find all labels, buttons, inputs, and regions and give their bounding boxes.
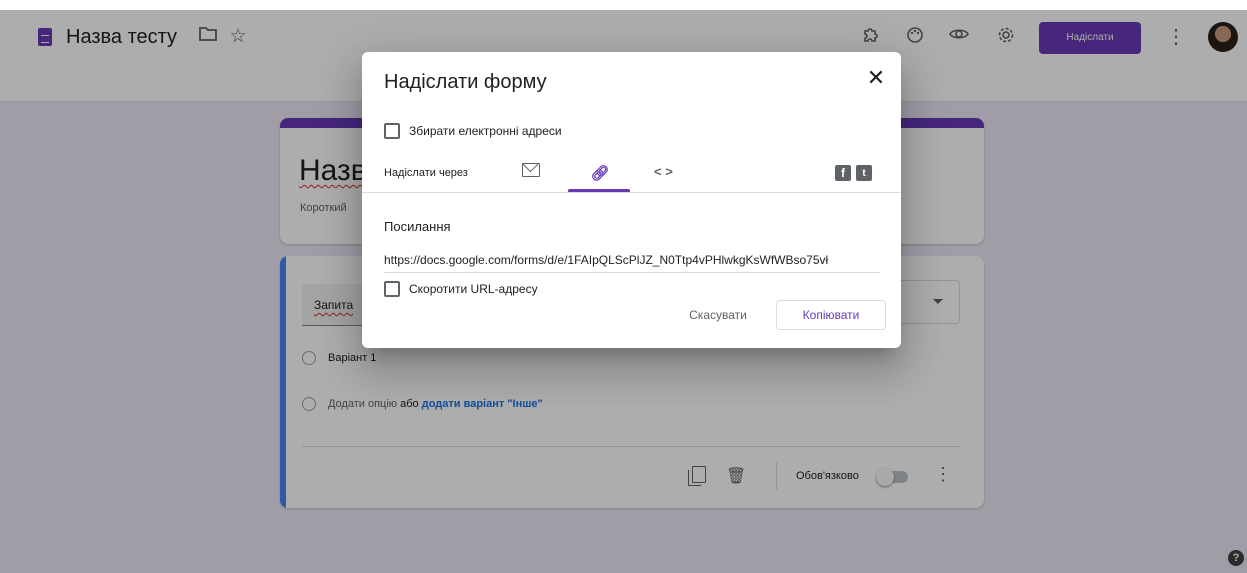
url-field[interactable]: https://docs.google.com/forms/d/e/1FAIpQ… (384, 253, 880, 273)
email-icon[interactable] (522, 163, 540, 177)
link-icon[interactable]: 🔗︎ (590, 164, 610, 182)
shorten-url-label[interactable]: Скоротити URL-адресу (409, 282, 538, 296)
embed-html-icon[interactable]: < > (654, 164, 673, 179)
facebook-icon[interactable]: f (835, 165, 851, 181)
send-via-label: Надіслати через (384, 167, 468, 179)
dialog-title: Надіслати форму (384, 71, 547, 93)
cancel-button[interactable]: Скасувати (678, 301, 758, 329)
link-heading: Посилання (384, 219, 451, 234)
shorten-url-checkbox[interactable] (384, 281, 400, 297)
collect-emails-checkbox[interactable] (384, 123, 400, 139)
copy-button[interactable]: Копіювати (776, 300, 886, 330)
twitter-icon[interactable]: t (856, 165, 872, 181)
close-icon[interactable]: ✕ (864, 66, 888, 90)
clipped-document-strip (0, 0, 1247, 10)
send-form-dialog: Надіслати форму ✕ Збирати електронні адр… (362, 52, 901, 348)
divider (362, 192, 901, 193)
collect-emails-label[interactable]: Збирати електронні адреси (409, 124, 562, 138)
